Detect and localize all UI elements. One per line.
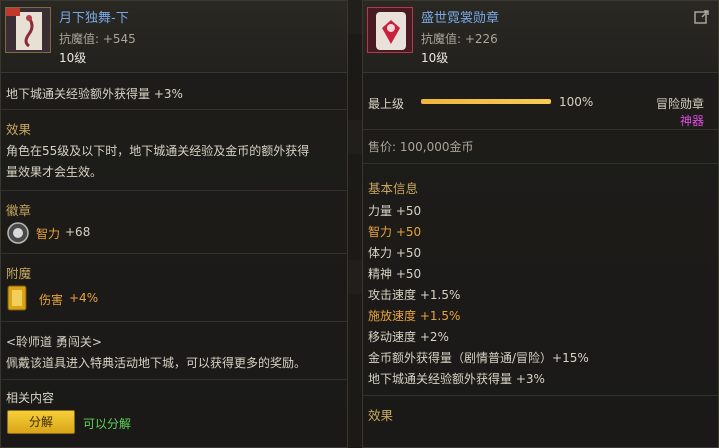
left-item-magic-resist: 抗魔值: +545 [59,32,136,46]
upgrade-progress-fill [421,99,551,104]
left-effect-title: 效果 [6,122,32,137]
emblem-stat-name: 智力 [36,227,61,241]
right-effect-title: 效果 [368,408,394,423]
right-item-tooltip: 盛世霓裳勋章 抗魔值: +226 10级 最上级 100% 冒险勋章 神器 售价… [362,0,719,448]
related-content-title: 相关内容 [6,391,55,405]
disassemble-status: 可以分解 [83,417,132,431]
enchant-stat-value: +4% [69,291,99,305]
enchant-card-icon [7,285,27,311]
basic-info-title: 基本信息 [368,181,419,196]
emblem-section-title: 徽章 [6,203,32,218]
upgrade-percent: 100% [559,95,594,109]
left-effect-line-1: 角色在55级及以下时，地下城通关经验及金币的额外获得 [6,144,310,158]
right-item-magic-resist: 抗魔值: +226 [421,32,498,46]
left-item-name: 月下独舞-下 [59,11,129,26]
left-item-tooltip: 月下独舞-下 抗魔值: +545 10级 地下城通关经验额外获得量 +3% 效果… [0,0,348,448]
left-item-icon [5,7,51,53]
right-item-level: 10级 [421,51,449,65]
left-tooltip-header: 月下独舞-下 抗魔值: +545 10级 [1,1,347,73]
stat-line: 精神 +50 [368,267,422,281]
item-rarity-label: 神器 [679,114,704,128]
sell-price: 售价: 100,000金币 [368,140,474,154]
left-effect-line-2: 量效果才会生效。 [6,165,103,179]
left-item-level: 10级 [59,51,87,65]
stat-line: 力量 +50 [368,204,422,218]
left-bonus-line: 地下城通关经验额外获得量 +3% [6,87,183,101]
upgrade-progress-bar [421,99,551,104]
upgrade-label: 最上级 [368,97,405,111]
enchant-stat-name: 伤害 [39,293,64,307]
right-tooltip-header: 盛世霓裳勋章 抗魔值: +226 10级 [363,1,718,73]
stat-line: 地下城通关经验额外获得量 +3% [368,372,545,386]
emblem-stat-value: +68 [65,225,91,239]
stat-line: 金币额外获得量（剧情普通/冒险）+15% [368,351,589,365]
quest-line-2: 佩戴该道具进入特典活动地下城，可以获得更多的奖励。 [6,356,307,370]
enchant-section-title: 附魔 [6,266,32,281]
disassemble-button[interactable]: 分解 [7,410,75,434]
stat-line: 移动速度 +2% [368,330,449,344]
emblem-icon [7,222,29,244]
right-item-name: 盛世霓裳勋章 [421,11,500,26]
stat-line: 智力 +50 [368,225,422,239]
quest-line-1: <聆师道 勇闯关> [6,335,102,349]
stat-line: 施放速度 +1.5% [368,309,461,323]
stat-line: 体力 +50 [368,246,422,260]
stat-line: 攻击速度 +1.5% [368,288,461,302]
item-type-label: 冒险勋章 [655,97,704,111]
share-icon[interactable] [694,9,710,25]
medal-icon [367,7,413,53]
